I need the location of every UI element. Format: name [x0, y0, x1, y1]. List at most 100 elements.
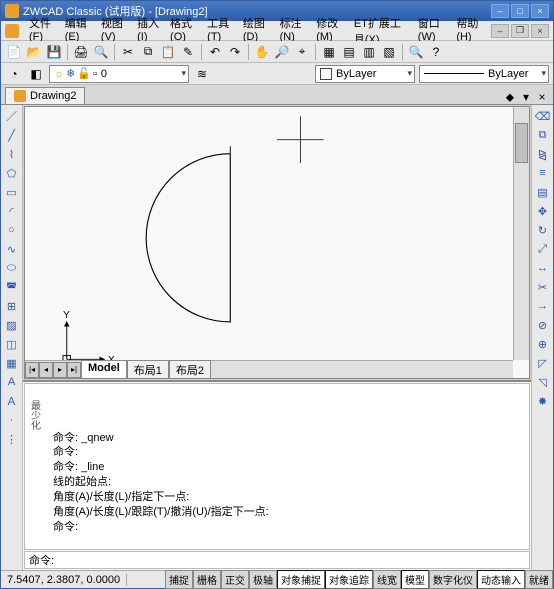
layout-tab[interactable]: 布局2 — [169, 360, 211, 380]
paste-icon[interactable]: 📋 — [159, 43, 177, 61]
undo-icon[interactable]: ↶ — [206, 43, 224, 61]
copy-icon[interactable]: ⧉ — [139, 43, 157, 61]
layer-dropdown[interactable]: ☼❄🔓▫ 0 — [49, 65, 189, 83]
drawing-canvas[interactable]: X Y |◂◂▸▸| Model布局1布局2 — [24, 106, 530, 379]
join-icon[interactable]: ⊕ — [534, 335, 552, 353]
tab-close-icon[interactable]: × — [535, 90, 549, 104]
doc-restore-button[interactable]: ❐ — [511, 24, 529, 38]
about-icon[interactable]: ? — [427, 43, 445, 61]
layer-prev-icon[interactable]: ≋ — [193, 65, 211, 83]
div-icon[interactable]: ⋮ — [3, 430, 21, 448]
erase-icon[interactable]: ⌫ — [534, 107, 552, 125]
draw-toolbar: ／╱⌇⬠▭◜○∿⬭◚⊞▨◫▦AＡ·⋮ — [1, 105, 23, 570]
circle-icon[interactable]: ○ — [3, 221, 21, 239]
command-history[interactable]: 最少化 命令: _qnew 命令: 命令: _line 线的起始点: 角度(A)… — [24, 383, 530, 550]
rotate-icon[interactable]: ↻ — [534, 221, 552, 239]
tool-icon[interactable]: ▧ — [380, 43, 398, 61]
tab-pin-icon[interactable]: ⬥ — [503, 90, 517, 104]
document-tab[interactable]: Drawing2 — [5, 87, 85, 104]
status-对象追踪[interactable]: 对象追踪 — [325, 570, 373, 589]
preview-icon[interactable]: 🔍 — [92, 43, 110, 61]
doc-minimize-button[interactable]: – — [491, 24, 509, 38]
status-捕捉[interactable]: 捕捉 — [165, 570, 193, 589]
layout-tab[interactable]: 布局1 — [127, 360, 169, 380]
status-正交[interactable]: 正交 — [221, 570, 249, 589]
ellipse-icon[interactable]: ⬭ — [3, 259, 21, 277]
poly-icon[interactable]: ⬠ — [3, 164, 21, 182]
status-数字化仪[interactable]: 数字化仪 — [429, 570, 477, 589]
layer-manage-icon[interactable]: ◧ — [27, 65, 45, 83]
horizontal-scrollbar[interactable] — [215, 363, 513, 377]
layer-state-icon[interactable]: ◔ — [5, 65, 23, 83]
scale-icon[interactable]: ⤢ — [534, 240, 552, 258]
offset-icon[interactable]: ≡ — [534, 164, 552, 182]
status-就绪[interactable]: 就绪 — [525, 570, 553, 589]
cut-icon[interactable]: ✂ — [119, 43, 137, 61]
pline-icon[interactable]: ⌇ — [3, 145, 21, 163]
line-icon[interactable]: ／ — [3, 107, 21, 125]
arc-icon[interactable]: ◜ — [3, 202, 21, 220]
tab-nav-button[interactable]: ◂ — [39, 362, 53, 378]
status-模型[interactable]: 模型 — [401, 570, 429, 589]
cmd-history-text: 命令: _qnew 命令: 命令: _line 线的起始点: 角度(A)/长度(… — [53, 431, 525, 535]
tab-nav-button[interactable]: ▸| — [67, 362, 81, 378]
tab-dropdown-icon[interactable]: ▾ — [519, 90, 533, 104]
print-icon[interactable]: 🖨 — [72, 43, 90, 61]
mtext-icon[interactable]: Ａ — [3, 392, 21, 410]
table-icon[interactable]: ▦ — [3, 354, 21, 372]
ins-icon[interactable]: ⊞ — [3, 297, 21, 315]
modify-toolbar: ⌫⧉⧎≡▤✥↻⤢↔✂→⊘⊕◸◹✸ — [531, 105, 553, 570]
linetype-dropdown[interactable]: ByLayer — [419, 65, 549, 83]
layout-tab[interactable]: Model — [81, 360, 127, 380]
explode-icon[interactable]: ✸ — [534, 392, 552, 410]
tab-nav-button[interactable]: |◂ — [25, 362, 39, 378]
doc-close-button[interactable]: × — [531, 24, 549, 38]
text-icon[interactable]: A — [3, 373, 21, 391]
status-动态输入[interactable]: 动态输入 — [477, 570, 525, 589]
axis-y-label: Y — [63, 310, 70, 321]
minimize-button[interactable]: – — [491, 4, 509, 18]
mirror-icon[interactable]: ⧎ — [534, 145, 552, 163]
array-icon[interactable]: ▤ — [534, 183, 552, 201]
command-input[interactable] — [58, 554, 525, 566]
earc-icon[interactable]: ◚ — [3, 278, 21, 296]
status-线宽[interactable]: 线宽 — [373, 570, 401, 589]
close-button[interactable]: × — [531, 4, 549, 18]
color-dropdown[interactable]: ByLayer — [315, 65, 415, 83]
status-极轴[interactable]: 极轴 — [249, 570, 277, 589]
open-icon[interactable]: 📂 — [25, 43, 43, 61]
tab-nav-button[interactable]: ▸ — [53, 362, 67, 378]
spline-icon[interactable]: ∿ — [3, 240, 21, 258]
new-icon[interactable]: 📄 — [5, 43, 23, 61]
extend-icon[interactable]: → — [534, 297, 552, 315]
copy-icon[interactable]: ⧉ — [534, 126, 552, 144]
chamfer-icon[interactable]: ◸ — [534, 354, 552, 372]
move-icon[interactable]: ✥ — [534, 202, 552, 220]
save-icon[interactable]: 💾 — [45, 43, 63, 61]
vscroll-thumb[interactable] — [515, 123, 528, 163]
help-icon[interactable]: 🔍 — [407, 43, 425, 61]
point-icon[interactable]: · — [3, 411, 21, 429]
status-栅格[interactable]: 栅格 — [193, 570, 221, 589]
props-icon[interactable]: ▦ — [320, 43, 338, 61]
region-icon[interactable]: ◫ — [3, 335, 21, 353]
stretch-icon[interactable]: ↔ — [534, 259, 552, 277]
coordinates-display: 7.5407, 2.3807, 0.0000 — [1, 574, 127, 586]
layers-icon[interactable]: ▤ — [340, 43, 358, 61]
redo-icon[interactable]: ↷ — [226, 43, 244, 61]
fillet-icon[interactable]: ◹ — [534, 373, 552, 391]
zoom-window-icon[interactable]: ⌖ — [293, 43, 311, 61]
hatch-icon[interactable]: ▨ — [3, 316, 21, 334]
dim-icon[interactable]: ▥ — [360, 43, 378, 61]
match-icon[interactable]: ✎ — [179, 43, 197, 61]
cline-icon[interactable]: ╱ — [3, 126, 21, 144]
trim-icon[interactable]: ✂ — [534, 278, 552, 296]
maximize-button[interactable]: □ — [511, 4, 529, 18]
vertical-scrollbar[interactable] — [513, 107, 529, 360]
status-对象捕捉[interactable]: 对象捕捉 — [277, 570, 325, 589]
cmd-side-label: 最少化 — [27, 400, 41, 430]
break-icon[interactable]: ⊘ — [534, 316, 552, 334]
rect-icon[interactable]: ▭ — [3, 183, 21, 201]
pan-icon[interactable]: ✋ — [253, 43, 271, 61]
zoom-icon[interactable]: 🔎 — [273, 43, 291, 61]
